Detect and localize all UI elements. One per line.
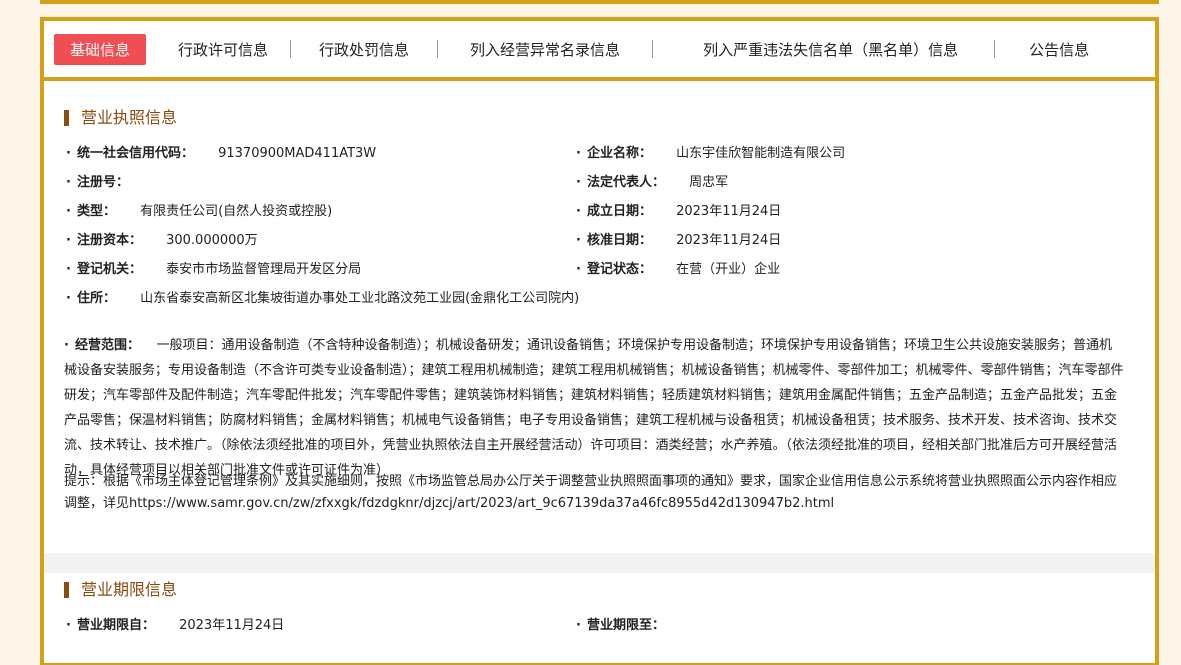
field-approved: · 核准日期： 2023年11月24日 [576, 233, 782, 248]
field-business-scope: · 经营范围： 一般项目：通用设备制造（不含特种设备制造）；机械设备研发；通讯设备… [64, 338, 1124, 478]
tab-blacklist[interactable]: 列入严重违法失信名单（黑名单）信息 [653, 39, 994, 60]
term-section: 营业期限信息 · 营业期限自： 2023年11月24日 · 营业期限至： [44, 573, 1155, 663]
info-frame: 基础信息 行政许可信息 行政处罚信息 列入经营异常名录信息 列入严重违法失信名单… [40, 17, 1159, 665]
field-address: · 住所： 山东省泰安高新区北集坡街道办事处工业北路汶苑工业园(金鼎化工公司院内) [66, 291, 580, 306]
section-title-term: 营业期限信息 [64, 582, 177, 598]
field-type: · 类型： 有限责任公司(自然人投资或控股) [66, 204, 333, 219]
field-authority: · 登记机关： 泰安市市场监督管理局开发区分局 [66, 262, 362, 277]
tab-basic-info[interactable]: 基础信息 [54, 33, 147, 65]
field-legal-rep: · 法定代表人： 周忠军 [576, 175, 729, 190]
field-term-from: · 营业期限自： 2023年11月24日 [66, 618, 285, 633]
top-frame-remnant [40, 0, 1159, 4]
tab-abnormal-list[interactable]: 列入经营异常名录信息 [438, 39, 652, 60]
field-term-to: · 营业期限至： [576, 618, 665, 633]
tab-bar: 基础信息 行政许可信息 行政处罚信息 列入经营异常名录信息 列入严重违法失信名单… [44, 21, 1155, 81]
tab-admin-license[interactable]: 行政许可信息 [156, 39, 290, 60]
section-divider [44, 553, 1155, 573]
tab-announcement[interactable]: 公告信息 [995, 39, 1089, 60]
field-capital: · 注册资本： 300.000000万 [66, 233, 258, 248]
license-tip: 提示：根据《市场主体登记管理条例》及其实施细则，按照《市场监管总局办公厅关于调整… [64, 474, 1118, 511]
section-title-license: 营业执照信息 [64, 110, 177, 126]
tab-admin-penalty[interactable]: 行政处罚信息 [291, 39, 437, 60]
field-credit-code: · 统一社会信用代码： 91370900MAD411AT3W [66, 146, 377, 161]
field-reg-no: · 注册号： [66, 175, 129, 190]
field-established: · 成立日期： 2023年11月24日 [576, 204, 782, 219]
field-status: · 登记状态： 在营（开业）企业 [576, 262, 781, 277]
field-company-name: · 企业名称： 山东宇佳欣智能制造有限公司 [576, 146, 846, 161]
